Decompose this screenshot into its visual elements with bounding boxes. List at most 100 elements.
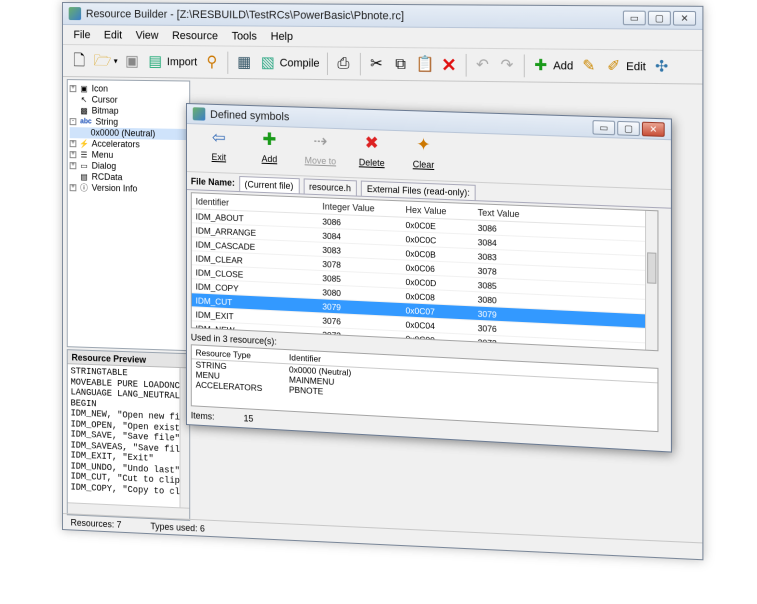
bitmap-icon: ▩ xyxy=(80,106,88,116)
tab-resource-h[interactable]: resource.h xyxy=(303,178,357,196)
redo-icon: ↷ xyxy=(500,55,514,74)
tree-expander[interactable]: + xyxy=(69,85,77,93)
status-bar: Resources: 7 Types used: 6 xyxy=(62,513,703,560)
clear-button[interactable]: ✦ Clear xyxy=(401,134,447,170)
print-button[interactable]: ⎙ xyxy=(332,50,354,77)
status-resources: Resources: 7 xyxy=(70,516,122,530)
symbols-icon: ✣ xyxy=(654,57,669,76)
menu-edit[interactable]: Edit xyxy=(97,29,129,41)
tree-item-label: Dialog xyxy=(91,160,117,172)
compile-button[interactable]: ▧ Compile xyxy=(257,49,322,76)
open-folder-icon: 🗁 xyxy=(93,51,112,70)
paste-button[interactable]: 📋 xyxy=(414,51,436,78)
cursor-icon: ↖ xyxy=(80,95,88,105)
move-to-button: ⇢ Move to xyxy=(298,131,343,167)
tree-expander[interactable]: + xyxy=(69,151,77,159)
delete-icon: ✖ xyxy=(364,133,379,153)
toolbar-separator xyxy=(326,52,328,75)
tab-external-files[interactable]: External Files (read-only): xyxy=(360,180,476,201)
add-button[interactable]: ✚ Add xyxy=(247,129,292,165)
new-button[interactable]: 🗋 xyxy=(69,48,90,74)
items-count: 15 xyxy=(243,413,254,424)
dialog-icon xyxy=(192,107,206,121)
items-count-bar: Items: 15 xyxy=(191,410,254,424)
file-name-label: File Name: xyxy=(190,176,235,188)
used-in-grid: Resource Type Identifier STRING 0x0000 (N… xyxy=(190,344,659,433)
tree-expander[interactable]: + xyxy=(69,140,77,148)
tree-item-label: Bitmap xyxy=(91,105,119,116)
dialog-maximize-button[interactable]: ▢ xyxy=(617,120,640,136)
tree-expander[interactable]: - xyxy=(69,118,77,126)
minimize-button[interactable]: ▭ xyxy=(622,10,646,25)
tree-item-label: RCData xyxy=(91,171,123,183)
menu-view[interactable]: View xyxy=(129,29,165,41)
import-label: Import xyxy=(166,55,198,68)
exit-icon: ⇦ xyxy=(211,127,226,148)
button-label: Clear xyxy=(412,159,435,171)
rename-button[interactable]: ✎ xyxy=(577,52,600,79)
table-cell: 3072 xyxy=(322,329,341,341)
table-cell: 0x0C00 xyxy=(405,333,435,346)
close-button[interactable]: ✕ xyxy=(672,10,697,26)
menu-resource[interactable]: Resource xyxy=(165,29,225,42)
tree-item-label: Icon xyxy=(91,83,108,94)
redo-button[interactable]: ↷ xyxy=(496,52,518,79)
add-icon: ✚ xyxy=(534,56,548,74)
edit-button[interactable]: ✐ Edit xyxy=(602,53,648,81)
menu-tools[interactable]: Tools xyxy=(225,30,264,43)
resource-preview-panel: Resource Preview STRINGTABLE MOVEABLE PUR… xyxy=(66,349,191,521)
save-icon: ▣ xyxy=(125,52,139,70)
symbols-button[interactable]: ✣ xyxy=(650,53,673,80)
add-resource-button[interactable]: ✚ Add xyxy=(529,52,575,79)
scrollbar-thumb[interactable] xyxy=(647,252,657,284)
menu-help[interactable]: Help xyxy=(264,30,300,43)
dialog-close-button[interactable]: ✕ xyxy=(641,121,665,137)
build-icon: ▦ xyxy=(237,53,252,71)
clear-icon: ✦ xyxy=(416,134,431,155)
copy-icon: ⧉ xyxy=(395,54,406,73)
toolbar-separator xyxy=(227,51,229,74)
rename-icon: ✎ xyxy=(582,56,596,75)
tree-item-label: Cursor xyxy=(91,94,118,105)
button-label: Exit xyxy=(211,151,227,163)
copy-button[interactable]: ⧉ xyxy=(389,51,411,78)
menu-file[interactable]: File xyxy=(67,29,97,41)
status-types: Types used: 6 xyxy=(150,520,205,534)
find-button[interactable]: ⚲ xyxy=(201,49,222,76)
edit-label: Edit xyxy=(626,60,646,73)
delete-icon: ✕ xyxy=(441,54,457,75)
tree-item-label: String xyxy=(95,116,119,127)
new-file-icon: 🗋 xyxy=(73,51,85,69)
accelerator-icon: ⚡ xyxy=(79,139,89,149)
tree-expander[interactable]: + xyxy=(69,162,77,170)
items-label: Items: xyxy=(190,410,215,422)
symbols-grid: Identifier Integer Value Hex Value Text … xyxy=(190,192,659,352)
cut-button[interactable]: ✂ xyxy=(365,50,387,77)
maximize-button[interactable]: ▢ xyxy=(647,10,671,26)
open-button[interactable]: 🗁 ▾ xyxy=(92,48,120,74)
undo-icon: ↶ xyxy=(476,55,489,74)
save-button[interactable]: ▣ xyxy=(121,48,142,74)
tab-current-file[interactable]: (Current file) xyxy=(238,175,300,194)
defined-symbols-dialog: Defined symbols ▭ ▢ ✕ ⇦ Exit ✚ Add ⇢ Move to ✖… xyxy=(186,103,672,453)
import-button[interactable]: ▤ Import xyxy=(145,48,200,75)
preview-code: STRINGTABLE MOVEABLE PURE LOADONC LANGUAGE… xyxy=(68,364,189,499)
add-icon: ✚ xyxy=(262,129,277,150)
delete-button[interactable]: ✕ xyxy=(438,51,460,78)
grid-vertical-scrollbar[interactable] xyxy=(645,210,658,351)
edit-icon: ✐ xyxy=(607,56,621,75)
undo-button[interactable]: ↶ xyxy=(471,51,493,78)
dialog-minimize-button[interactable]: ▭ xyxy=(592,119,616,135)
add-label: Add xyxy=(553,59,574,73)
tree-item-label: Version Info xyxy=(91,182,138,194)
compile-icon: ▧ xyxy=(260,53,275,71)
tree-item[interactable]: + ⓘ Version Info xyxy=(69,182,188,195)
print-icon: ⎙ xyxy=(337,54,350,72)
build-button[interactable]: ▦ xyxy=(233,49,255,76)
tree-expander[interactable]: + xyxy=(69,184,77,192)
string-icon: abc xyxy=(80,118,92,126)
delete-button[interactable]: ✖ Delete xyxy=(349,132,395,168)
exit-button[interactable]: ⇦ Exit xyxy=(197,127,242,163)
col-hex-value[interactable]: Hex Value xyxy=(406,202,478,220)
menu-icon: ☰ xyxy=(80,150,88,160)
